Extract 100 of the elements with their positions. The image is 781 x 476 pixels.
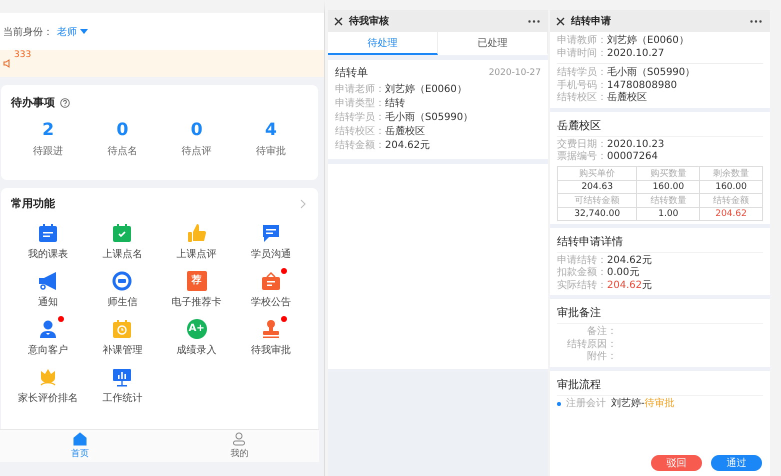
identity-label: 当前身份： [3,26,53,38]
more-icon[interactable] [750,20,762,22]
step-approver: 刘艺婷-待审批 [611,398,675,410]
function-label: 通知 [38,296,58,309]
field-label: 结转校区： [335,126,385,137]
user-icon [232,432,246,446]
table-cell: 204.62 [700,207,762,220]
field-label: 申请教师： [557,35,607,46]
table-cell: 结转数量 [636,193,700,207]
close-icon[interactable] [334,16,343,26]
function-label: 上课点评 [176,248,217,261]
tab-bar-item[interactable]: 首页 [0,430,160,462]
calendar-check-icon[interactable] [112,223,132,243]
megaphone-icon[interactable] [38,271,58,291]
card-date: 2020-10-27 [488,68,541,78]
notice-bar[interactable]: 333 [0,50,324,77]
field-label: 附件： [586,351,617,364]
field-value: 岳麓校区 [607,92,647,103]
function-label: 上课点名 [102,248,142,261]
field-value: 204.62元 [607,254,652,266]
function-label: 学校公告 [250,296,291,309]
caret-icon [80,29,88,34]
field-value: 刘艺婷（E0060） [385,84,467,95]
field-label: 交费日期： [557,138,607,150]
field-label: 结转金额： [335,140,385,151]
step-dot [557,402,561,406]
table-cell: 204.63 [558,180,637,193]
table-cell: 购买单价 [558,166,637,180]
field-value: 2020.10.23 [607,138,664,150]
field-label: 结转学员： [557,67,607,78]
page-title: 结转申请 [571,14,611,28]
field-value: 204.62元 [385,140,430,151]
table-cell: 160.00 [700,180,762,193]
approve-button[interactable]: 通过 [711,455,762,471]
todo-count[interactable]: 0 [116,120,128,140]
table-cell: 结转金额 [700,193,762,207]
field-label: 申请结转： [557,254,607,266]
page-title: 待我审核 [349,14,389,28]
field-label: 结转校区： [557,92,607,103]
function-label: 师生信 [107,296,138,309]
message-circle-icon[interactable] [112,271,132,291]
todo-count[interactable]: 4 [264,120,277,140]
field-label: 票据编号： [557,151,607,162]
todo-label: 待点名 [107,144,138,158]
function-label: 学员沟通 [250,248,291,261]
chat-bubble-icon[interactable] [260,223,281,243]
table-cell: 剩余数量 [700,166,762,180]
field-label: 申请类型： [335,98,385,109]
todo-label: 待点评 [182,144,212,158]
field-label: 申请时间： [557,48,607,58]
todo-count[interactable]: 0 [190,120,203,140]
field-label: 申请老师： [335,84,385,95]
table-cell: 160.00 [636,180,700,193]
field-label: 扣款金额： [557,267,607,278]
tab-bar-item[interactable]: 我的 [160,430,319,462]
function-label: 家长评价排名 [18,392,78,405]
function-label: 成绩录入 [176,344,217,357]
more-icon[interactable] [528,20,540,22]
chart-monitor-icon[interactable] [112,367,132,387]
field-value: 2020.10.27 [607,48,664,58]
function-label: 我的课表 [28,248,68,261]
table-cell: 购买数量 [636,166,700,180]
field-value: 结转 [385,98,405,109]
notice-board-icon[interactable] [260,271,281,291]
step-role: 注册会计 [566,398,606,410]
notice-text: 333 [14,50,32,60]
table-cell: 32,740.00 [558,207,637,220]
help-icon[interactable] [60,98,70,108]
field-value: 0.00元 [607,267,640,278]
function-label: 待我审批 [250,344,291,357]
field-value: 14780808980 [607,80,677,90]
grade-icon[interactable]: A+ [186,319,207,339]
speaker-icon [3,59,12,68]
calendar-icon[interactable] [38,223,58,243]
reject-button[interactable]: 驳回 [651,455,702,471]
section-title: 审批备注 [557,302,763,324]
card-title: 结转单 [335,65,368,80]
field-value: 岳麓校区 [385,126,425,137]
table-cell: 1.00 [636,207,700,220]
review-card[interactable]: 结转单 2020-10-27 申请老师：刘艺婷（E0060） 申请类型：结转 结转学员：毛小雨（S05990） 结转校区：岳麓校区 结转金额：204.62元 [328,60,548,159]
tab[interactable]: 待处理 [328,32,438,55]
table-cell: 可结转金额 [558,193,637,207]
function-label: 补课管理 [102,344,142,357]
field-label: 结转原因： [566,338,617,351]
field-value: 00007264 [607,151,658,162]
field-label: 实际结转： [557,280,607,290]
identity-dropdown[interactable]: 老师 [53,24,88,38]
section-title: 岳麓校区 [557,114,763,136]
function-label: 工作统计 [102,392,142,405]
close-icon[interactable] [556,16,565,26]
thumbs-up-icon[interactable] [186,223,207,243]
functions-title: 常用功能 [11,196,55,211]
stamp-icon[interactable] [260,319,281,339]
person-icon[interactable] [38,319,58,339]
todo-label: 待审批 [256,144,286,158]
field-label: 结转学员： [335,112,385,123]
card-icon[interactable]: 荐 [186,271,207,291]
field-label: 手机号码： [557,80,607,90]
home-icon [72,432,87,446]
todo-count[interactable]: 2 [42,120,54,140]
